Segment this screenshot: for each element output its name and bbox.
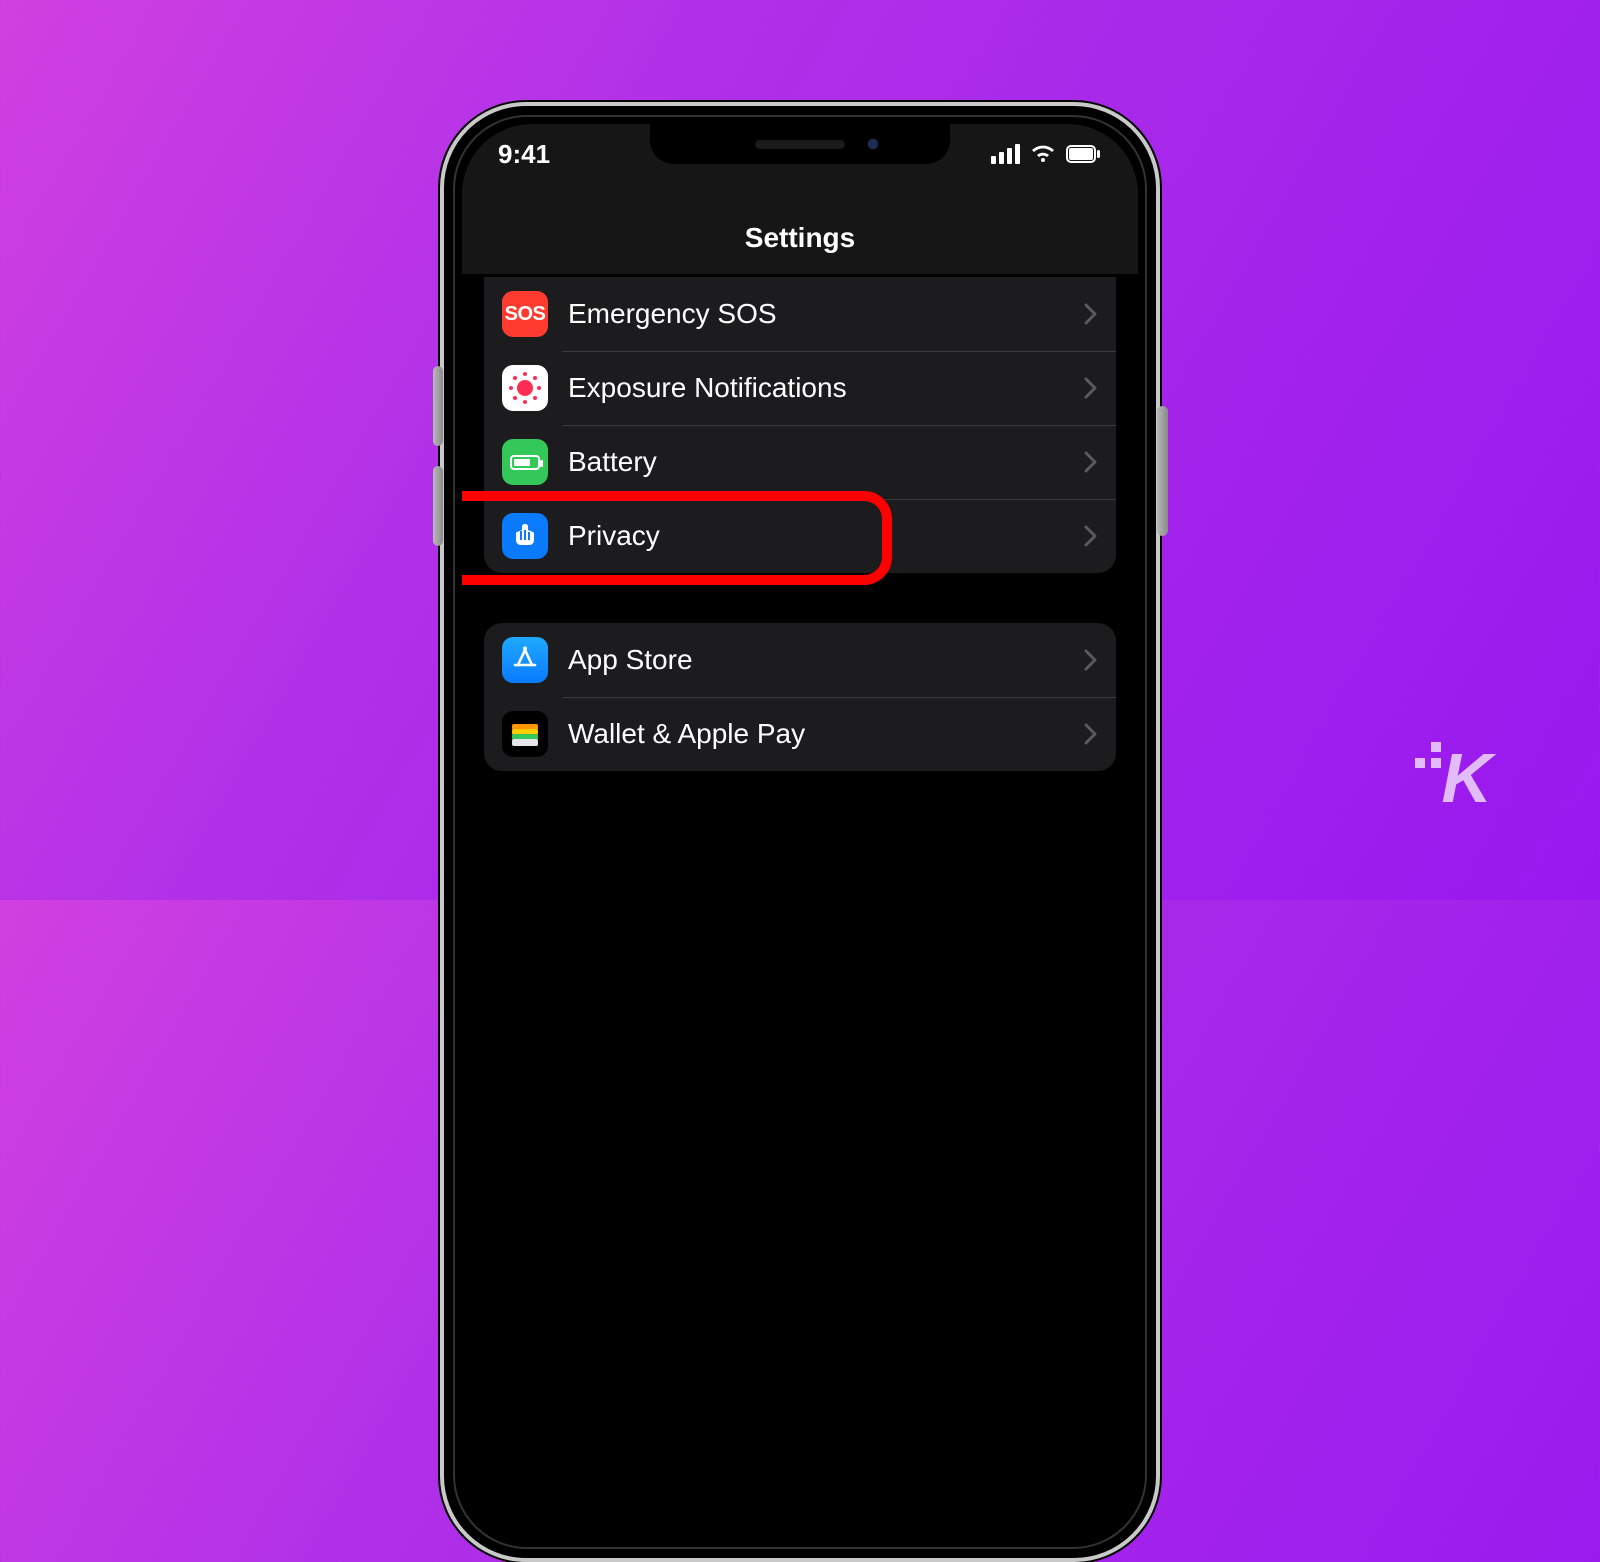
canvas: 9:41 Settings [72,42,1528,858]
power-button [1157,406,1168,536]
phone-frame: 9:41 Settings [440,102,1160,1562]
notch [650,124,950,164]
battery-status-icon [1066,145,1102,163]
chevron-right-icon [1084,377,1098,399]
cellular-icon [991,144,1020,164]
chevron-right-icon [1084,525,1098,547]
privacy-icon [502,513,548,559]
watermark-logo: K [1441,738,1488,818]
row-app-store[interactable]: App Store [484,623,1116,697]
row-privacy[interactable]: Privacy [484,499,1116,573]
status-indicators [991,144,1102,164]
chevron-right-icon [1084,723,1098,745]
row-wallet-apple-pay[interactable]: Wallet & Apple Pay [484,697,1116,771]
watermark-text: K [1441,739,1488,817]
wifi-icon [1030,144,1056,164]
chevron-right-icon [1084,303,1098,325]
row-label: Privacy [568,520,1084,552]
status-time: 9:41 [498,139,550,170]
appstore-icon [502,637,548,683]
row-battery[interactable]: Battery [484,425,1116,499]
row-label: Battery [568,446,1084,478]
exposure-icon [502,365,548,411]
phone-screen: 9:41 Settings [462,124,1138,1540]
chevron-right-icon [1084,451,1098,473]
volume-up-button [433,366,443,446]
row-emergency-sos[interactable]: SOS Emergency SOS [484,277,1116,351]
row-label: App Store [568,644,1084,676]
wallet-icon [502,711,548,757]
battery-icon [502,439,548,485]
settings-group-1: SOS Emergency SOS Expo [484,277,1116,573]
page-title: Settings [745,222,855,254]
settings-list[interactable]: SOS Emergency SOS Expo [462,274,1138,1540]
speaker-grille [755,140,845,149]
sos-icon: SOS [502,291,548,337]
row-exposure-notifications[interactable]: Exposure Notifications [484,351,1116,425]
volume-down-button [433,466,443,546]
settings-group-2: App Store [484,623,1116,771]
row-label: Emergency SOS [568,298,1084,330]
row-label: Wallet & Apple Pay [568,718,1084,750]
row-label: Exposure Notifications [568,372,1084,404]
chevron-right-icon [1084,649,1098,671]
front-camera [866,137,880,151]
